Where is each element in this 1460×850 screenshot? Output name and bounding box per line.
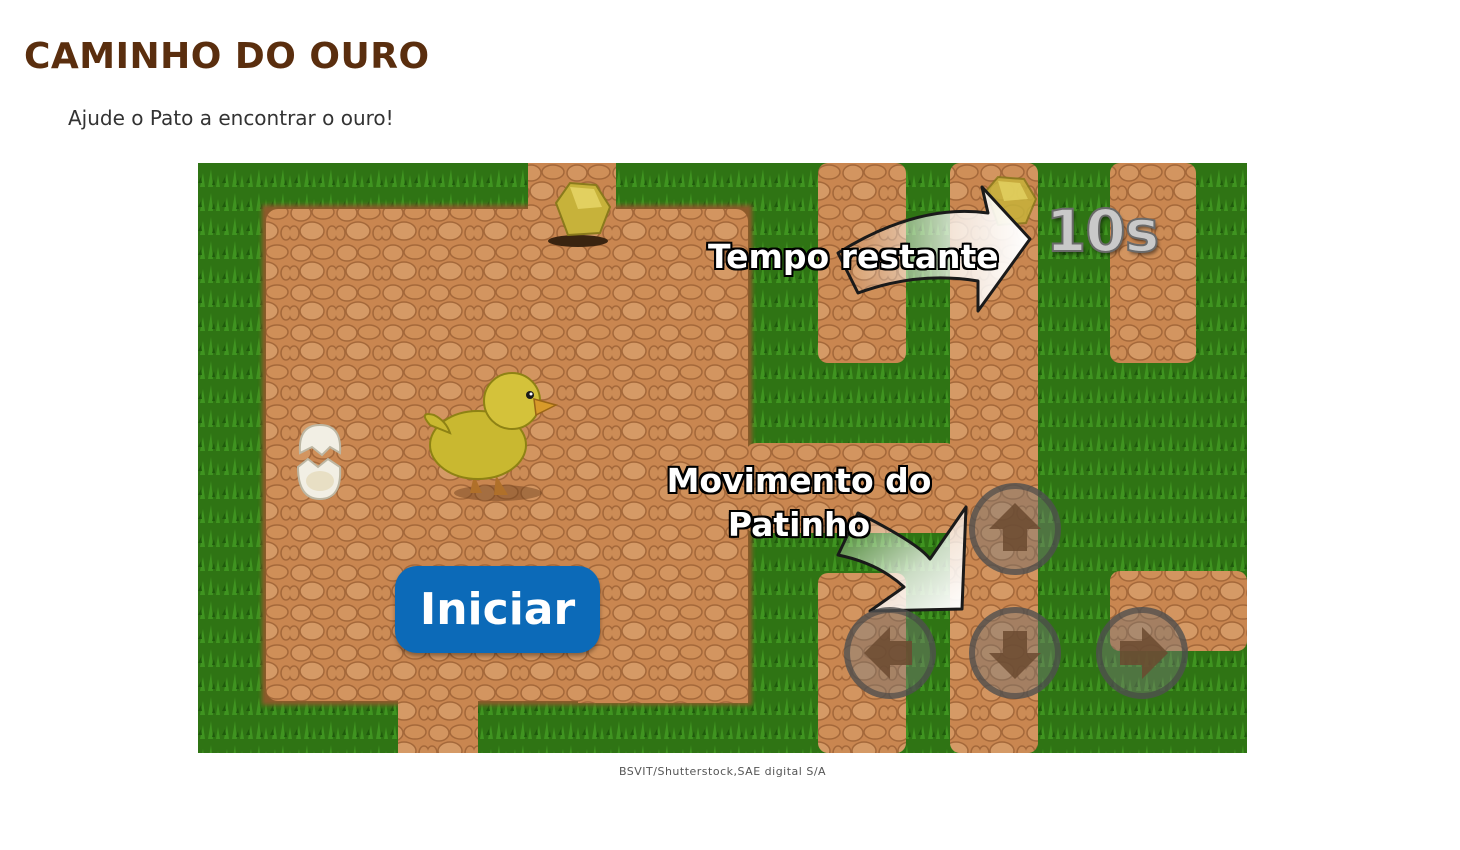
callout-time-remaining: Tempo restante <box>708 237 999 276</box>
page-subtitle: Ajude o Pato a encontrar o ouro! <box>68 106 394 130</box>
move-down-button[interactable] <box>969 607 1061 699</box>
callout-movement-line1: Movimento do <box>666 461 932 500</box>
down-arrow-icon <box>989 631 1041 679</box>
left-arrow-icon <box>864 627 912 679</box>
up-arrow-icon <box>989 503 1041 551</box>
callout-duck-movement: Movimento do Patinho <box>664 459 934 547</box>
move-right-button[interactable] <box>1096 607 1188 699</box>
right-arrow-icon <box>1120 627 1168 679</box>
page-title: CAMINHO DO OURO <box>24 36 430 77</box>
callout-movement-line2: Patinho <box>727 505 871 544</box>
image-credit: BSVIT/Shutterstock,SAE digital S/A <box>618 765 827 778</box>
start-button[interactable]: Iniciar <box>395 566 600 653</box>
timer-display: 10s <box>1045 196 1160 266</box>
move-left-button[interactable] <box>844 607 936 699</box>
game-canvas[interactable]: 10s Tempo restante Movimento do Patinho … <box>198 163 1247 753</box>
move-up-button[interactable] <box>969 483 1061 575</box>
